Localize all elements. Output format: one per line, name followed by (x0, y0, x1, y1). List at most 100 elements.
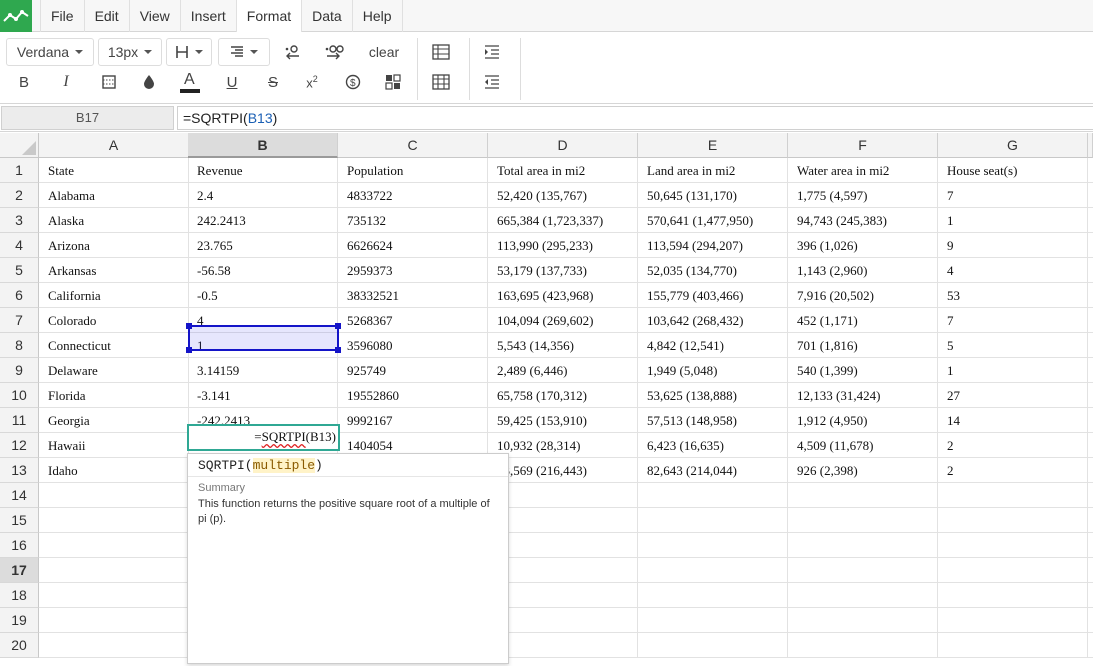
cell-overflow[interactable] (1088, 608, 1093, 633)
cell-f11[interactable]: 1,912 (4,950) (788, 408, 938, 433)
cell-e17[interactable] (638, 558, 788, 583)
selection-handle[interactable] (186, 323, 192, 329)
cell-c3[interactable]: 735132 (338, 208, 488, 233)
insert-table-button[interactable] (428, 39, 454, 65)
column-header-overflow[interactable] (1088, 133, 1093, 158)
cell-g14[interactable] (938, 483, 1088, 508)
cell-overflow[interactable] (1088, 433, 1093, 458)
cell-overflow[interactable] (1088, 483, 1093, 508)
row-header[interactable]: 10 (0, 383, 39, 408)
cell-d8[interactable]: 5,543 (14,356) (488, 333, 638, 358)
cell-d18[interactable] (488, 583, 638, 608)
cell-b3[interactable]: 242.2413 (188, 208, 338, 233)
cell-overflow[interactable] (1088, 533, 1093, 558)
cell-overflow[interactable] (1088, 508, 1093, 533)
cell-d9[interactable]: 2,489 (6,446) (488, 358, 638, 383)
row-header[interactable]: 19 (0, 608, 39, 633)
cell-g17[interactable] (938, 558, 1088, 583)
borders-dropdown[interactable] (166, 38, 212, 66)
cell-g7[interactable]: 7 (938, 308, 1088, 333)
cell-g6[interactable]: 53 (938, 283, 1088, 308)
format-cells-button[interactable] (380, 69, 406, 95)
cell-c2[interactable]: 4833722 (338, 183, 488, 208)
cell-a6[interactable]: California (39, 283, 189, 308)
cell-a14[interactable] (39, 483, 189, 508)
cell-d1[interactable]: Total area in mi2 (488, 158, 638, 183)
cell-e4[interactable]: 113,594 (294,207) (638, 233, 788, 258)
cell-overflow[interactable] (1088, 383, 1093, 408)
selection-handle[interactable] (335, 323, 341, 329)
column-header-d[interactable]: D (488, 133, 638, 158)
menu-item-view[interactable]: View (128, 0, 180, 32)
cell-d3[interactable]: 665,384 (1,723,337) (488, 208, 638, 233)
cell-overflow[interactable] (1088, 208, 1093, 233)
cell-f17[interactable] (788, 558, 938, 583)
cell-d10[interactable]: 65,758 (170,312) (488, 383, 638, 408)
cell-f8[interactable]: 701 (1,816) (788, 333, 938, 358)
cell-f10[interactable]: 12,133 (31,424) (788, 383, 938, 408)
cell-editor-b17[interactable]: =SQRTPI(B13) (187, 424, 340, 451)
font-family-dropdown[interactable]: Verdana (6, 38, 94, 66)
cell-d11[interactable]: 59,425 (153,910) (488, 408, 638, 433)
cell-a7[interactable]: Colorado (39, 308, 189, 333)
row-header[interactable]: 6 (0, 283, 39, 308)
row-header[interactable]: 17 (0, 558, 39, 583)
cell-f1[interactable]: Water area in mi2 (788, 158, 938, 183)
menu-item-format[interactable]: Format (235, 0, 302, 33)
cell-a11[interactable]: Georgia (39, 408, 189, 433)
cell-c4[interactable]: 6626624 (338, 233, 488, 258)
cell-g8[interactable]: 5 (938, 333, 1088, 358)
cell-c6[interactable]: 38332521 (338, 283, 488, 308)
row-header[interactable]: 18 (0, 583, 39, 608)
cell-b2[interactable]: 2.4 (188, 183, 338, 208)
cell-overflow[interactable] (1088, 233, 1093, 258)
table-grid-button[interactable] (428, 69, 454, 95)
cell-d6[interactable]: 163,695 (423,968) (488, 283, 638, 308)
cell-d2[interactable]: 52,420 (135,767) (488, 183, 638, 208)
row-header[interactable]: 8 (0, 333, 39, 358)
cell-g10[interactable]: 27 (938, 383, 1088, 408)
cell-g16[interactable] (938, 533, 1088, 558)
cell-a16[interactable] (39, 533, 189, 558)
cell-g12[interactable]: 2 (938, 433, 1088, 458)
selection-handle[interactable] (335, 347, 341, 353)
cell-a10[interactable]: Florida (39, 383, 189, 408)
cell-g3[interactable]: 1 (938, 208, 1088, 233)
cell-a2[interactable]: Alabama (39, 183, 189, 208)
row-header[interactable]: 1 (0, 158, 39, 183)
cell-g18[interactable] (938, 583, 1088, 608)
cell-overflow[interactable] (1088, 308, 1093, 333)
cell-a3[interactable]: Alaska (39, 208, 189, 233)
cell-e19[interactable] (638, 608, 788, 633)
cell-a18[interactable] (39, 583, 189, 608)
cell-e8[interactable]: 4,842 (12,541) (638, 333, 788, 358)
cell-e16[interactable] (638, 533, 788, 558)
cell-f3[interactable]: 94,743 (245,383) (788, 208, 938, 233)
cell-e9[interactable]: 1,949 (5,048) (638, 358, 788, 383)
text-color-button[interactable]: A (177, 67, 203, 97)
cell-f6[interactable]: 7,916 (20,502) (788, 283, 938, 308)
cell-b5[interactable]: -56.58 (188, 258, 338, 283)
cell-d14[interactable] (488, 483, 638, 508)
cell-e1[interactable]: Land area in mi2 (638, 158, 788, 183)
row-header[interactable]: 2 (0, 183, 39, 208)
cell-g11[interactable]: 14 (938, 408, 1088, 433)
menu-item-edit[interactable]: Edit (83, 0, 129, 32)
currency-button[interactable]: $ (340, 69, 366, 95)
cell-f19[interactable] (788, 608, 938, 633)
formula-input[interactable]: =SQRTPI(B13) (177, 106, 1093, 130)
cell-g2[interactable]: 7 (938, 183, 1088, 208)
column-header-c[interactable]: C (338, 133, 488, 158)
menu-item-data[interactable]: Data (301, 0, 352, 32)
cell-overflow[interactable] (1088, 458, 1093, 483)
column-header-a[interactable]: A (39, 133, 189, 158)
decrease-decimal-button[interactable] (279, 39, 305, 65)
select-all-corner[interactable] (0, 133, 39, 158)
cell-g13[interactable]: 2 (938, 458, 1088, 483)
cell-e18[interactable] (638, 583, 788, 608)
cell-overflow[interactable] (1088, 258, 1093, 283)
cell-overflow[interactable] (1088, 183, 1093, 208)
align-dropdown[interactable] (218, 38, 270, 66)
cell-c11[interactable]: 9992167 (338, 408, 488, 433)
increase-decimal-button[interactable] (321, 39, 347, 65)
